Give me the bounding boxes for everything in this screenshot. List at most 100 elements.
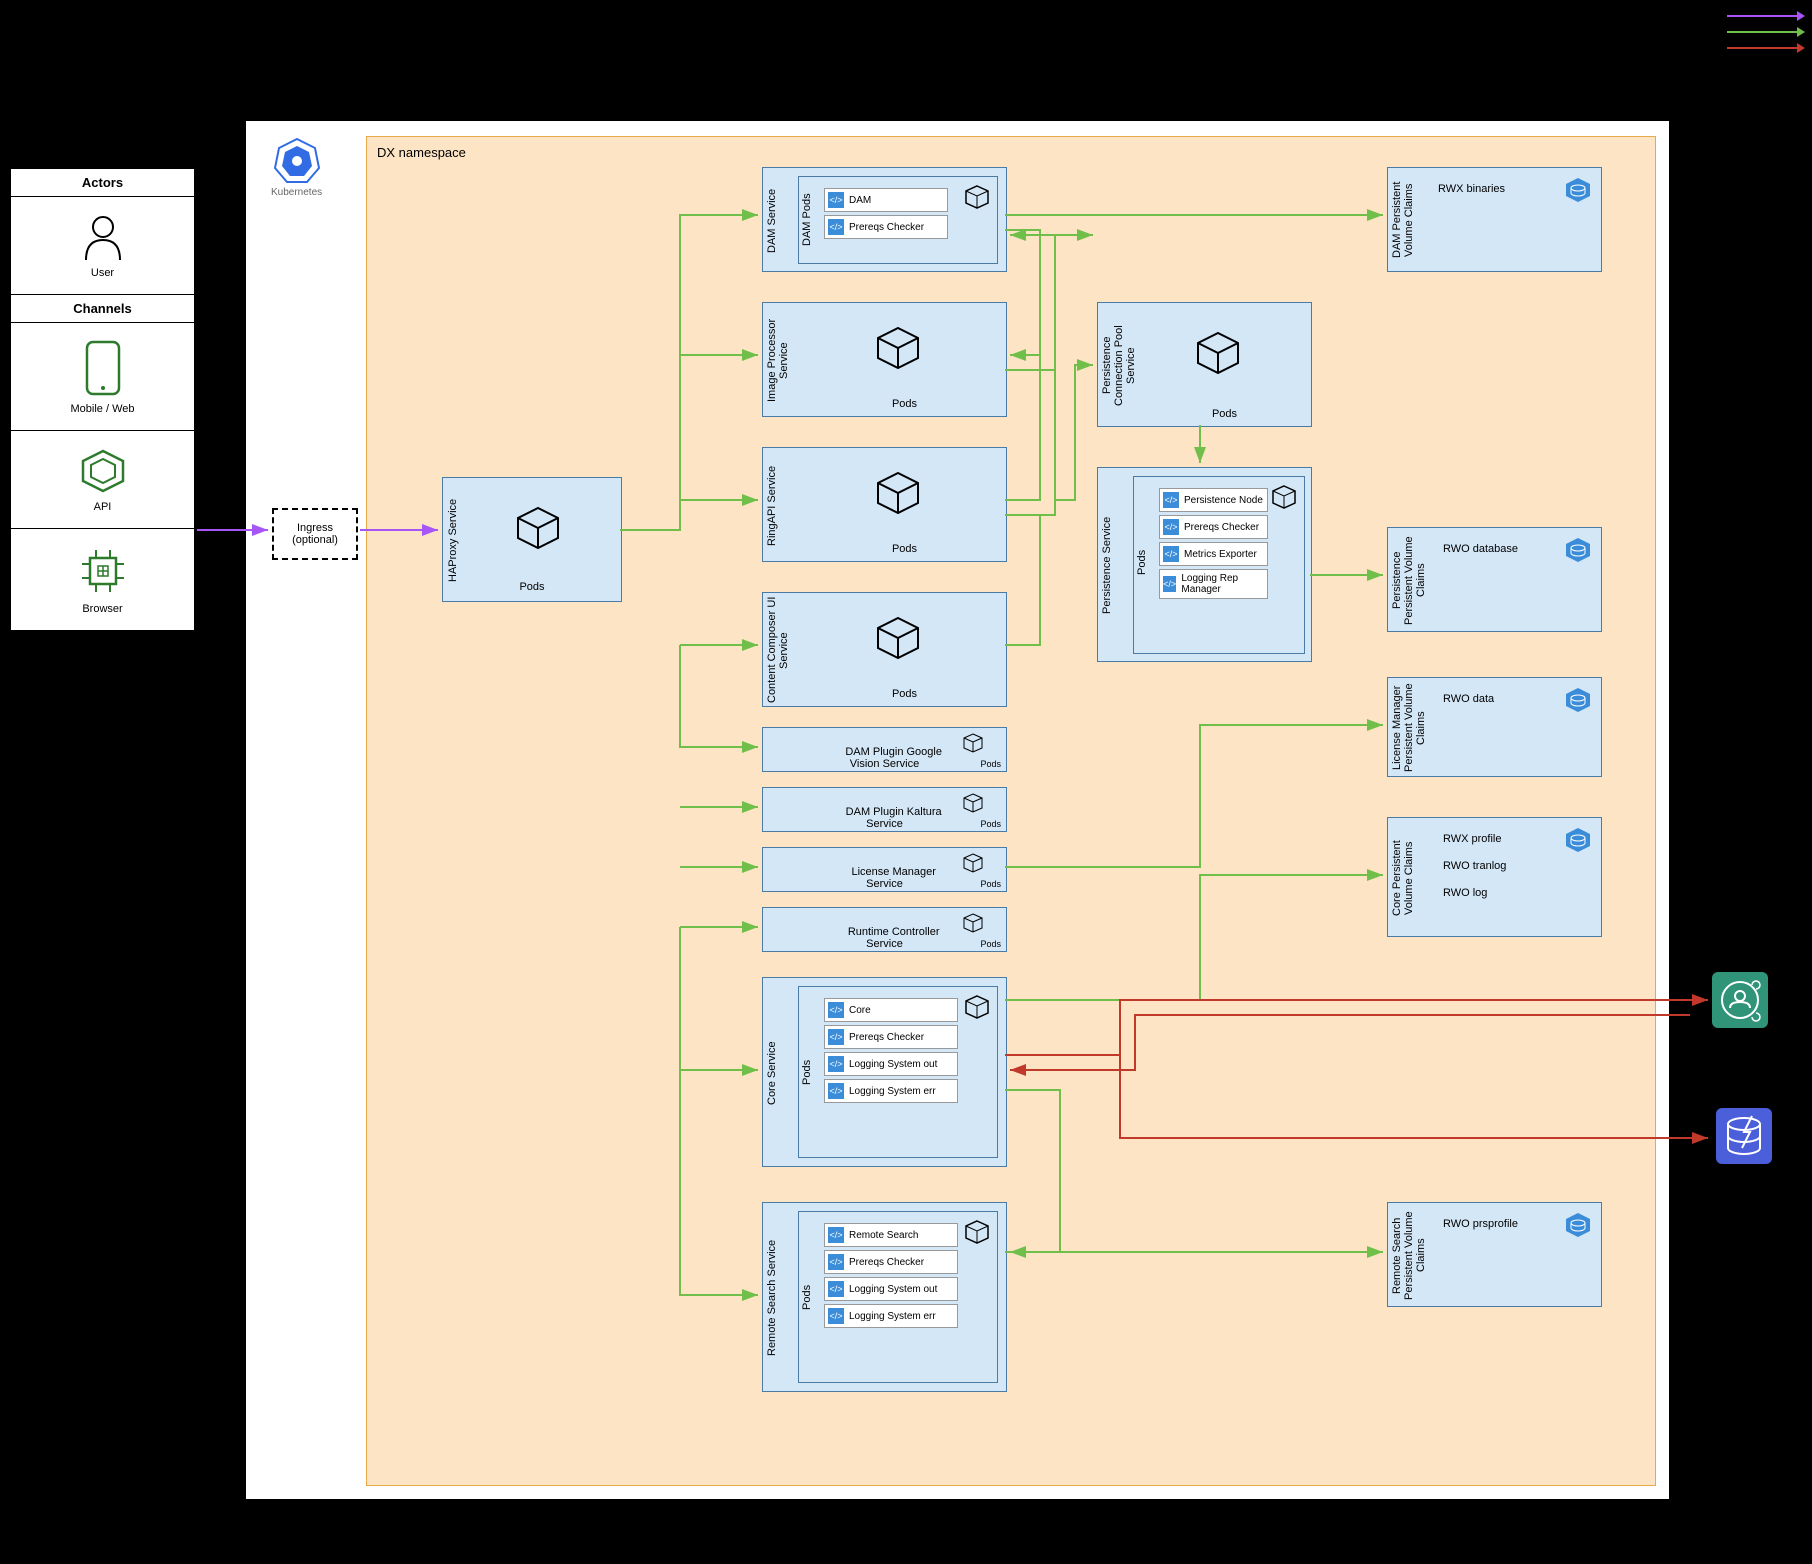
cube-icon [962, 792, 984, 814]
cube-icon [1193, 328, 1243, 378]
license-pvc: License Manager Persistent Volume Claims… [1387, 677, 1602, 777]
code-icon: </> [1163, 546, 1179, 562]
legend-outbound-line [1727, 47, 1797, 49]
code-icon: </> [828, 1002, 844, 1018]
persist-metrics: </>Metrics Exporter [1159, 542, 1268, 566]
persist-node: </>Persistence Node [1159, 488, 1268, 512]
legend-outbound-label: external traffic outbound [1601, 42, 1719, 54]
mobile-label: Mobile / Web [11, 403, 194, 415]
sidebar: Actors User Channels Mobile / Web API Br… [10, 168, 195, 631]
persistence-pool-service: Persistence Connection Pool Service Pods [1097, 302, 1312, 427]
core-logerr: </>Logging System err [824, 1079, 958, 1103]
haproxy-label: HAProxy Service [447, 488, 459, 593]
dam-prereqs: </>Prereqs Checker [824, 215, 948, 239]
pod-cube-icon [513, 503, 563, 553]
dam-kaltura-service: DAM Plugin Kaltura Service Pods [762, 787, 1007, 832]
persist-prereqs: </>Prereqs Checker [1159, 515, 1268, 539]
code-icon: </> [828, 1281, 844, 1297]
channel-browser: Browser [11, 529, 194, 630]
dam-svc-label: DAM Service [766, 178, 778, 263]
dx-namespace: DX namespace HAProxy Service Pods DAM Se… [366, 136, 1656, 1486]
core-logout: </>Logging System out [824, 1052, 958, 1076]
storage-hex-icon [1563, 176, 1593, 204]
persist-pods-box: Pods </>Persistence Node </>Prereqs Chec… [1133, 476, 1305, 654]
code-icon: </> [1163, 492, 1179, 508]
dam-pods-box: DAM Pods </>DAM </>Prereqs Checker [798, 176, 998, 264]
cube-icon [873, 613, 923, 663]
actor-user: User [11, 197, 194, 295]
dam-container: </>DAM [824, 188, 948, 212]
core-svc-label: Core Service [766, 1028, 778, 1118]
dam-pvc: DAM Persistent Volume Claims RWX binarie… [1387, 167, 1602, 272]
persist-logrep: </>Logging Rep Manager [1159, 569, 1268, 599]
database-icon [1716, 1108, 1772, 1164]
cube-icon [962, 852, 984, 874]
storage-hex-icon [1563, 686, 1593, 714]
cc-svc-label: Content Composer UI Service [766, 598, 790, 703]
storage-hex-icon [1563, 826, 1593, 854]
api-icon [78, 446, 128, 496]
storage-hex-icon [1563, 1211, 1593, 1239]
cube-icon [963, 993, 991, 1021]
rsearch-container: </>Remote Search [824, 1223, 958, 1247]
actors-header: Actors [11, 169, 194, 197]
channel-mobile: Mobile / Web [11, 323, 194, 431]
dam-pods-label: DAM Pods [801, 185, 813, 255]
core-pods-box: Pods </>Core </>Prereqs Checker </>Loggi… [798, 986, 998, 1158]
pcp-label: Persistence Connection Pool Service [1101, 308, 1137, 423]
core-container: </>Core [824, 998, 958, 1022]
namespace-label: DX namespace [377, 145, 466, 160]
channel-api: API [11, 431, 194, 529]
legend-inbound-label: external traffic inbound [1608, 10, 1719, 22]
api-label: API [11, 501, 194, 513]
cube-icon [873, 468, 923, 518]
cube-icon [962, 912, 984, 934]
user-registry: User Registry [1710, 972, 1771, 1042]
channels-header: Channels [11, 295, 194, 323]
image-processor-service: Image Processor Service Pods [762, 302, 1007, 417]
code-icon: </> [828, 1056, 844, 1072]
code-icon: </> [828, 219, 844, 235]
persist-pvc: Persistence Persistent Volume Claims RWO… [1387, 527, 1602, 632]
content-composer-service: Content Composer UI Service Pods [762, 592, 1007, 707]
legend: external traffic inbound internal traffi… [1601, 10, 1797, 58]
registry-icon [1712, 972, 1768, 1028]
ringapi-service: RingAPI Service Pods [762, 447, 1007, 562]
dam-service: DAM Service DAM Pods </>DAM </>Prereqs C… [762, 167, 1007, 272]
code-icon: </> [828, 1308, 844, 1324]
rsearch-logout: </>Logging System out [824, 1277, 958, 1301]
core-pvc: Core Persistent Volume Claims RWX profil… [1387, 817, 1602, 937]
main-canvas: Kubernetes DX namespace HAProxy Service … [245, 120, 1670, 1500]
cube-icon [873, 323, 923, 373]
code-icon: </> [828, 1254, 844, 1270]
code-icon: </> [1163, 576, 1176, 592]
code-icon: </> [828, 1029, 844, 1045]
browser-label: Browser [11, 603, 194, 615]
user-label: User [11, 267, 194, 279]
core-service: Core Service Pods </>Core </>Prereqs Che… [762, 977, 1007, 1167]
code-icon: </> [828, 1227, 844, 1243]
persistence-service: Persistence Service Pods </>Persistence … [1097, 467, 1312, 662]
remote-search-service: Remote Search Service Pods </>Remote Sea… [762, 1202, 1007, 1392]
storage-hex-icon [1563, 536, 1593, 564]
rsearch-svc-label: Remote Search Service [766, 1223, 778, 1373]
user-icon [78, 212, 128, 262]
rsearch-pvc: Remote Search Persistent Volume Claims R… [1387, 1202, 1602, 1307]
haproxy-service: HAProxy Service Pods [442, 477, 622, 602]
license-manager-service: License Manager Service Pods [762, 847, 1007, 892]
dam-gvision-service: DAM Plugin Google Vision Service Pods [762, 727, 1007, 772]
k8s-icon [273, 136, 321, 184]
cube-icon [963, 1218, 991, 1246]
legend-internal-label: internal traffic [1653, 26, 1719, 38]
img-svc-label: Image Processor Service [766, 313, 790, 408]
persist-svc-label: Persistence Service [1101, 498, 1113, 633]
runtime-controller-service: Runtime Controller Service Pods [762, 907, 1007, 952]
code-icon: </> [828, 192, 844, 208]
legend-inbound-line [1727, 15, 1797, 17]
browser-icon [76, 544, 130, 598]
code-icon: </> [1163, 519, 1179, 535]
ring-svc-label: RingAPI Service [766, 458, 778, 553]
cube-icon [1270, 483, 1298, 511]
rsearch-prereqs: </>Prereqs Checker [824, 1250, 958, 1274]
legend-internal-line [1727, 31, 1797, 33]
